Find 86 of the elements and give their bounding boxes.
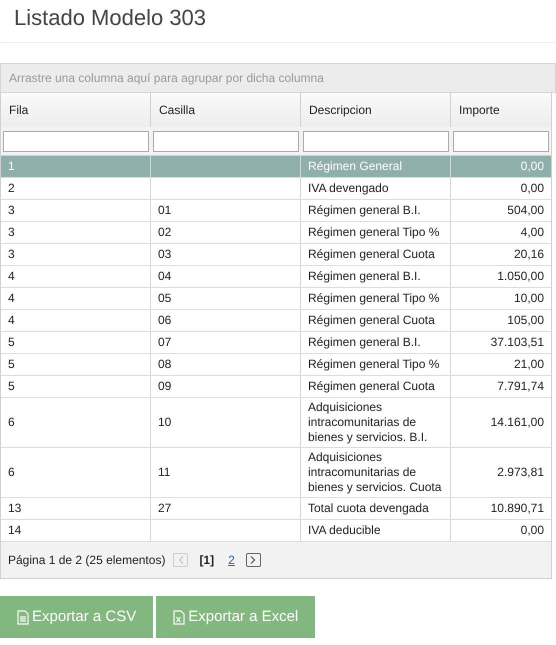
table-cell: 4 — [8, 291, 15, 306]
table-cell-text: Adquisiciones intracomunitarias de bienes y servicios. B.I. — [308, 400, 428, 445]
table-cell: IVA devengado — [308, 181, 389, 196]
table-cell: 6 — [8, 465, 15, 480]
page-title: Listado Modelo 303 — [14, 4, 208, 32]
table-row[interactable]: 5 08 Régimen general Tipo % 21,00 — [1, 354, 551, 376]
spreadsheet-file-icon — [173, 610, 186, 624]
table-cell: 04 — [158, 269, 172, 284]
table-cell: 21,00 — [514, 357, 544, 372]
table-cell: 3 — [8, 203, 15, 218]
table-cell: 13 — [8, 501, 22, 516]
table-cell: 37.103,51 — [490, 335, 544, 350]
table-row[interactable]: 6 11 Adquisiciones intracomunitarias de bienes y servicios. Cuota 2.973,81 — [1, 448, 551, 498]
table-row[interactable]: 13 27 Total cuota devengada 10.890,71 — [1, 498, 551, 520]
pager-info: Página 1 de 2 (25 elementos) — [8, 552, 166, 569]
table-cell: Régimen general B.I. — [308, 203, 421, 218]
table-cell: 05 — [158, 291, 172, 306]
table-cell: 03 — [158, 247, 172, 262]
group-panel: Arrastre una columna aquí para agrupar por dicha columna — [0, 63, 556, 93]
page-link[interactable]: [1] — [196, 551, 218, 569]
table-cell: IVA deducible — [308, 523, 380, 538]
table-cell: 0,00 — [520, 181, 544, 196]
table-row[interactable]: 14 IVA deducible 0,00 — [1, 520, 551, 542]
table-cell: 10.890,71 — [490, 501, 544, 516]
table-row[interactable]: 4 05 Régimen general Tipo % 10,00 — [1, 288, 551, 310]
filter-field[interactable] — [453, 130, 549, 152]
table-cell: 11 — [158, 465, 170, 480]
table-cell: Régimen general Tipo % — [308, 225, 440, 240]
table-cell: 4 — [8, 269, 15, 284]
table-cell: 1 — [8, 159, 15, 174]
table-cell: Régimen general Tipo % — [308, 291, 440, 306]
table-cell: 07 — [158, 335, 172, 350]
table-cell: Régimen general B.I. — [308, 335, 421, 350]
table-row[interactable]: 4 06 Régimen general Cuota 105,00 — [1, 310, 551, 332]
table-row[interactable]: 2 IVA devengado 0,00 — [1, 178, 551, 200]
table-cell: 10 — [158, 415, 172, 430]
table-cell: 504,00 — [507, 203, 544, 218]
table-cell: 5 — [8, 357, 15, 372]
table-cell: 1.050,00 — [497, 269, 544, 284]
table-cell: 7.791,74 — [497, 379, 544, 394]
table-cell: Régimen general Cuota — [308, 379, 435, 394]
table-cell: 2 — [8, 181, 15, 196]
table-cell: 5 — [8, 379, 15, 394]
table-cell: 105,00 — [507, 313, 544, 328]
chevron-left-icon — [178, 556, 184, 564]
table-cell: 14 — [8, 523, 22, 538]
table-cell: 20,16 — [514, 247, 544, 262]
table-cell: 09 — [158, 379, 172, 394]
filter-field[interactable] — [153, 130, 299, 152]
table-cell: 01 — [158, 203, 172, 218]
table-cell: Régimen General — [308, 159, 402, 174]
column-header[interactable]: Importe — [451, 93, 551, 127]
document-icon — [17, 610, 29, 624]
next-page-button[interactable] — [246, 553, 261, 567]
table-cell: Régimen general Cuota — [308, 247, 435, 262]
table-row[interactable]: 3 03 Régimen general Cuota 20,16 — [1, 244, 551, 266]
filter-field[interactable] — [3, 130, 149, 152]
table-cell: 06 — [158, 313, 172, 328]
table-cell: 4 — [8, 313, 15, 328]
table-cell-text: Adquisiciones intracomunitarias de bienes y servicios. Cuota — [308, 450, 442, 495]
table-row[interactable]: 3 01 Régimen general B.I. 504,00 — [1, 200, 551, 222]
table-cell: 14.161,00 — [490, 415, 544, 430]
table-cell: 02 — [158, 225, 172, 240]
table-cell: Total cuota devengada — [308, 501, 429, 516]
table-cell: 10,00 — [514, 291, 544, 306]
table-row[interactable]: 4 04 Régimen general B.I. 1.050,00 — [1, 266, 551, 288]
table-cell: Régimen general B.I. — [308, 269, 421, 284]
table-cell: 4,00 — [520, 225, 544, 240]
table-cell: 6 — [8, 415, 15, 430]
table-cell: 27 — [158, 501, 172, 516]
table-cell: 0,00 — [520, 159, 544, 174]
table-cell: 0,00 — [520, 523, 544, 538]
table-row[interactable]: 5 07 Régimen general B.I. 37.103,51 — [1, 332, 551, 354]
table-row[interactable]: 5 09 Régimen general Cuota 7.791,74 — [1, 376, 551, 398]
filter-field[interactable] — [303, 130, 449, 152]
table-cell: 2.973,81 — [497, 465, 544, 480]
table-cell: Régimen general Tipo % — [308, 357, 440, 372]
table-cell: 5 — [8, 335, 15, 350]
table-cell: 3 — [8, 247, 15, 262]
chevron-right-icon — [250, 556, 256, 564]
table-row[interactable]: 6 10 Adquisiciones intracomunitarias de bienes y servicios. B.I. 14.161,00 — [1, 398, 551, 448]
table-cell: 3 — [8, 225, 15, 240]
page-link[interactable]: 2 — [225, 551, 238, 569]
table-row[interactable]: 3 02 Régimen general Tipo % 4,00 — [1, 222, 551, 244]
table-cell: Régimen general Cuota — [308, 313, 435, 328]
table-cell: 08 — [158, 357, 172, 372]
